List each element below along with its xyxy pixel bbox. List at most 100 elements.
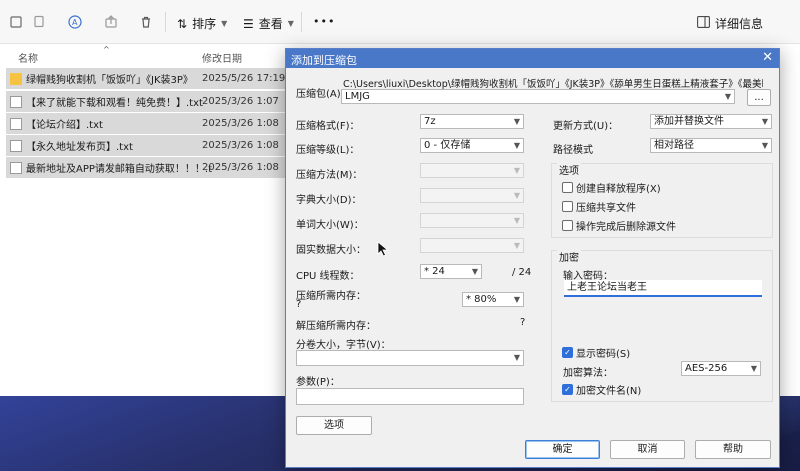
text-file-icon — [10, 139, 22, 152]
list-item[interactable]: 绿帽贱狗收割机「饭饭吖」《JK装3P》 2025/5/26 17:19 — [6, 68, 288, 89]
file-name: 【来了就能下载和观看！纯免费！】.txt — [26, 98, 203, 109]
list-item[interactable]: 【论坛介绍】.txt 2025/3/26 1:08 — [6, 113, 288, 134]
chevron-down-icon: ▼ — [750, 364, 757, 373]
file-date: 2025/5/26 17:19 — [202, 73, 286, 84]
path-mode-select[interactable]: 相对路径 ▼ — [650, 138, 772, 153]
update-mode-label: 更新方式(U)： — [553, 121, 619, 132]
encrypt-filenames-checkbox[interactable]: ✓ 加密文件名(N) — [562, 382, 641, 397]
level-value: 0 - 仅存储 — [424, 140, 471, 151]
chevron-down-icon[interactable]: ▼ — [725, 90, 731, 103]
file-name: 【永久地址发布页】.txt — [26, 142, 133, 153]
delete-icon[interactable] — [137, 13, 155, 31]
dialog-titlebar[interactable]: 添加到压缩包 ✕ — [286, 49, 779, 68]
list-item[interactable]: 最新地址及APP请发邮箱自动获取！！！.txt 2025/3/26 1:08 — [6, 157, 288, 178]
toolbar-divider — [301, 12, 302, 32]
split-volume-label: 分卷大小，字节(V)： — [296, 340, 391, 351]
list-item[interactable]: 【永久地址发布页】.txt 2025/3/26 1:08 — [6, 135, 288, 156]
chevron-down-icon: ▼ — [471, 267, 478, 276]
more-icon: ••• — [313, 15, 336, 28]
password-value: 上老王论坛当老王 — [567, 282, 647, 293]
word-size-select: ▼ — [420, 213, 524, 228]
path-mode-value: 相对路径 — [654, 140, 694, 151]
add-to-archive-dialog: 添加到压缩包 ✕ 压缩包(A)： C:\Users\liuxi\Desktop\… — [285, 48, 780, 468]
new-icon[interactable] — [7, 13, 25, 31]
view-button[interactable]: ☰ 查看 ▼ — [243, 15, 294, 32]
file-date: 2025/3/26 1:08 — [202, 162, 279, 173]
password-input[interactable]: 上老王论坛当老王 — [564, 280, 762, 297]
encrypt-filenames-label: 加密文件名(N) — [576, 386, 642, 397]
cancel-button[interactable]: 取消 — [610, 440, 685, 459]
compress-shared-checkbox[interactable]: 压缩共享文件 — [562, 199, 636, 214]
rename-icon[interactable]: A — [66, 13, 84, 31]
word-size-label: 单词大小(W)： — [296, 220, 364, 231]
compress-memory-select[interactable]: * 80% ▼ — [462, 292, 524, 307]
options-button[interactable]: 选项 — [296, 416, 372, 435]
decompress-memory-value: ? — [520, 317, 526, 328]
cpu-threads-select[interactable]: * 24 ▼ — [420, 264, 482, 279]
view-label: 查看 — [258, 17, 283, 31]
close-icon[interactable]: ✕ — [762, 50, 773, 65]
method-label: 压缩方法(M)： — [296, 170, 363, 181]
checkbox-box — [562, 182, 573, 193]
path-mode-label: 路径模式 — [553, 145, 593, 156]
archive-path-text: C:\Users\liuxi\Desktop\绿帽贱狗收割机「饭饭吖」《JK装3… — [343, 79, 763, 90]
format-value: 7z — [424, 116, 436, 127]
dict-size-select: ▼ — [420, 188, 524, 203]
cpu-threads-max: / 24 — [512, 267, 532, 278]
copy-icon[interactable] — [30, 13, 48, 31]
sort-button[interactable]: ⇅ 排序 ▼ — [177, 15, 227, 32]
chevron-down-icon: ▼ — [761, 117, 768, 126]
details-pane-icon — [697, 16, 710, 31]
more-options-button[interactable]: ••• — [313, 15, 335, 28]
chevron-down-icon: ▼ — [513, 216, 520, 225]
update-mode-select[interactable]: 添加并替换文件 ▼ — [650, 114, 772, 129]
file-name: 最新地址及APP请发邮箱自动获取！！！.txt — [26, 164, 212, 175]
file-date: 2025/3/26 1:07 — [202, 96, 279, 107]
show-password-checkbox[interactable]: ✓ 显示密码(S) — [562, 345, 630, 360]
file-name: 绿帽贱狗收割机「饭饭吖」《JK装3P》 — [26, 75, 193, 86]
file-date: 2025/3/26 1:08 — [202, 140, 279, 151]
details-button[interactable]: 详细信息 — [697, 15, 763, 32]
folder-icon — [10, 72, 22, 85]
archive-name-value: LMJG — [345, 91, 370, 102]
delete-after-checkbox[interactable]: 操作完成后删除源文件 — [562, 218, 676, 233]
cpu-threads-label: CPU 线程数： — [296, 271, 360, 282]
view-icon: ☰ — [243, 16, 254, 31]
chevron-down-icon: ▼ — [513, 117, 520, 126]
encryption-method-select[interactable]: AES-256 ▼ — [681, 361, 761, 376]
checkbox-box — [562, 201, 573, 212]
file-name: 【论坛介绍】.txt — [26, 120, 103, 131]
browse-button[interactable]: ... — [747, 89, 771, 106]
format-select[interactable]: 7z ▼ — [420, 114, 524, 129]
list-item[interactable]: 【来了就能下载和观看！纯免费！】.txt 2025/3/26 1:07 — [6, 91, 288, 112]
share-icon[interactable] — [102, 13, 120, 31]
ok-button[interactable]: 确定 — [525, 440, 600, 459]
cpu-threads-value: * 24 — [424, 266, 445, 277]
explorer-toolbar: A ⇅ 排序 ▼ ☰ 查看 ▼ ••• 详细信息 — [0, 0, 800, 44]
sort-icon: ⇅ — [177, 16, 188, 31]
solid-size-select: ▼ — [420, 238, 524, 253]
column-name[interactable]: 名称 — [18, 50, 38, 65]
column-modified[interactable]: 修改日期 — [202, 50, 242, 65]
create-sfx-checkbox[interactable]: 创建自释放程序(X) — [562, 180, 661, 195]
toolbar-divider — [165, 12, 166, 32]
split-volume-combobox[interactable]: ▼ — [296, 350, 524, 366]
checkmark-icon: ✓ — [562, 347, 573, 358]
sort-up-icon: ^ — [103, 45, 110, 54]
parameters-input[interactable] — [296, 388, 524, 405]
solid-size-label: 固实数据大小： — [296, 245, 366, 256]
mouse-pointer-icon — [377, 241, 389, 257]
create-sfx-label: 创建自释放程序(X) — [576, 184, 661, 195]
text-file-icon — [10, 117, 22, 130]
show-password-label: 显示密码(S) — [576, 349, 631, 360]
chevron-down-icon: ▼ — [761, 141, 768, 150]
chevron-down-icon: ▼ — [513, 166, 520, 175]
encryption-method-label: 加密算法： — [563, 368, 613, 379]
help-button[interactable]: 帮助 — [695, 440, 771, 459]
encryption-group-title: 加密 — [557, 249, 581, 264]
text-file-icon — [10, 95, 22, 108]
format-label: 压缩格式(F)： — [296, 121, 360, 132]
level-select[interactable]: 0 - 仅存储 ▼ — [420, 138, 524, 153]
archive-name-combobox[interactable]: LMJG ▼ — [341, 89, 735, 104]
dict-size-label: 字典大小(D)： — [296, 195, 362, 206]
